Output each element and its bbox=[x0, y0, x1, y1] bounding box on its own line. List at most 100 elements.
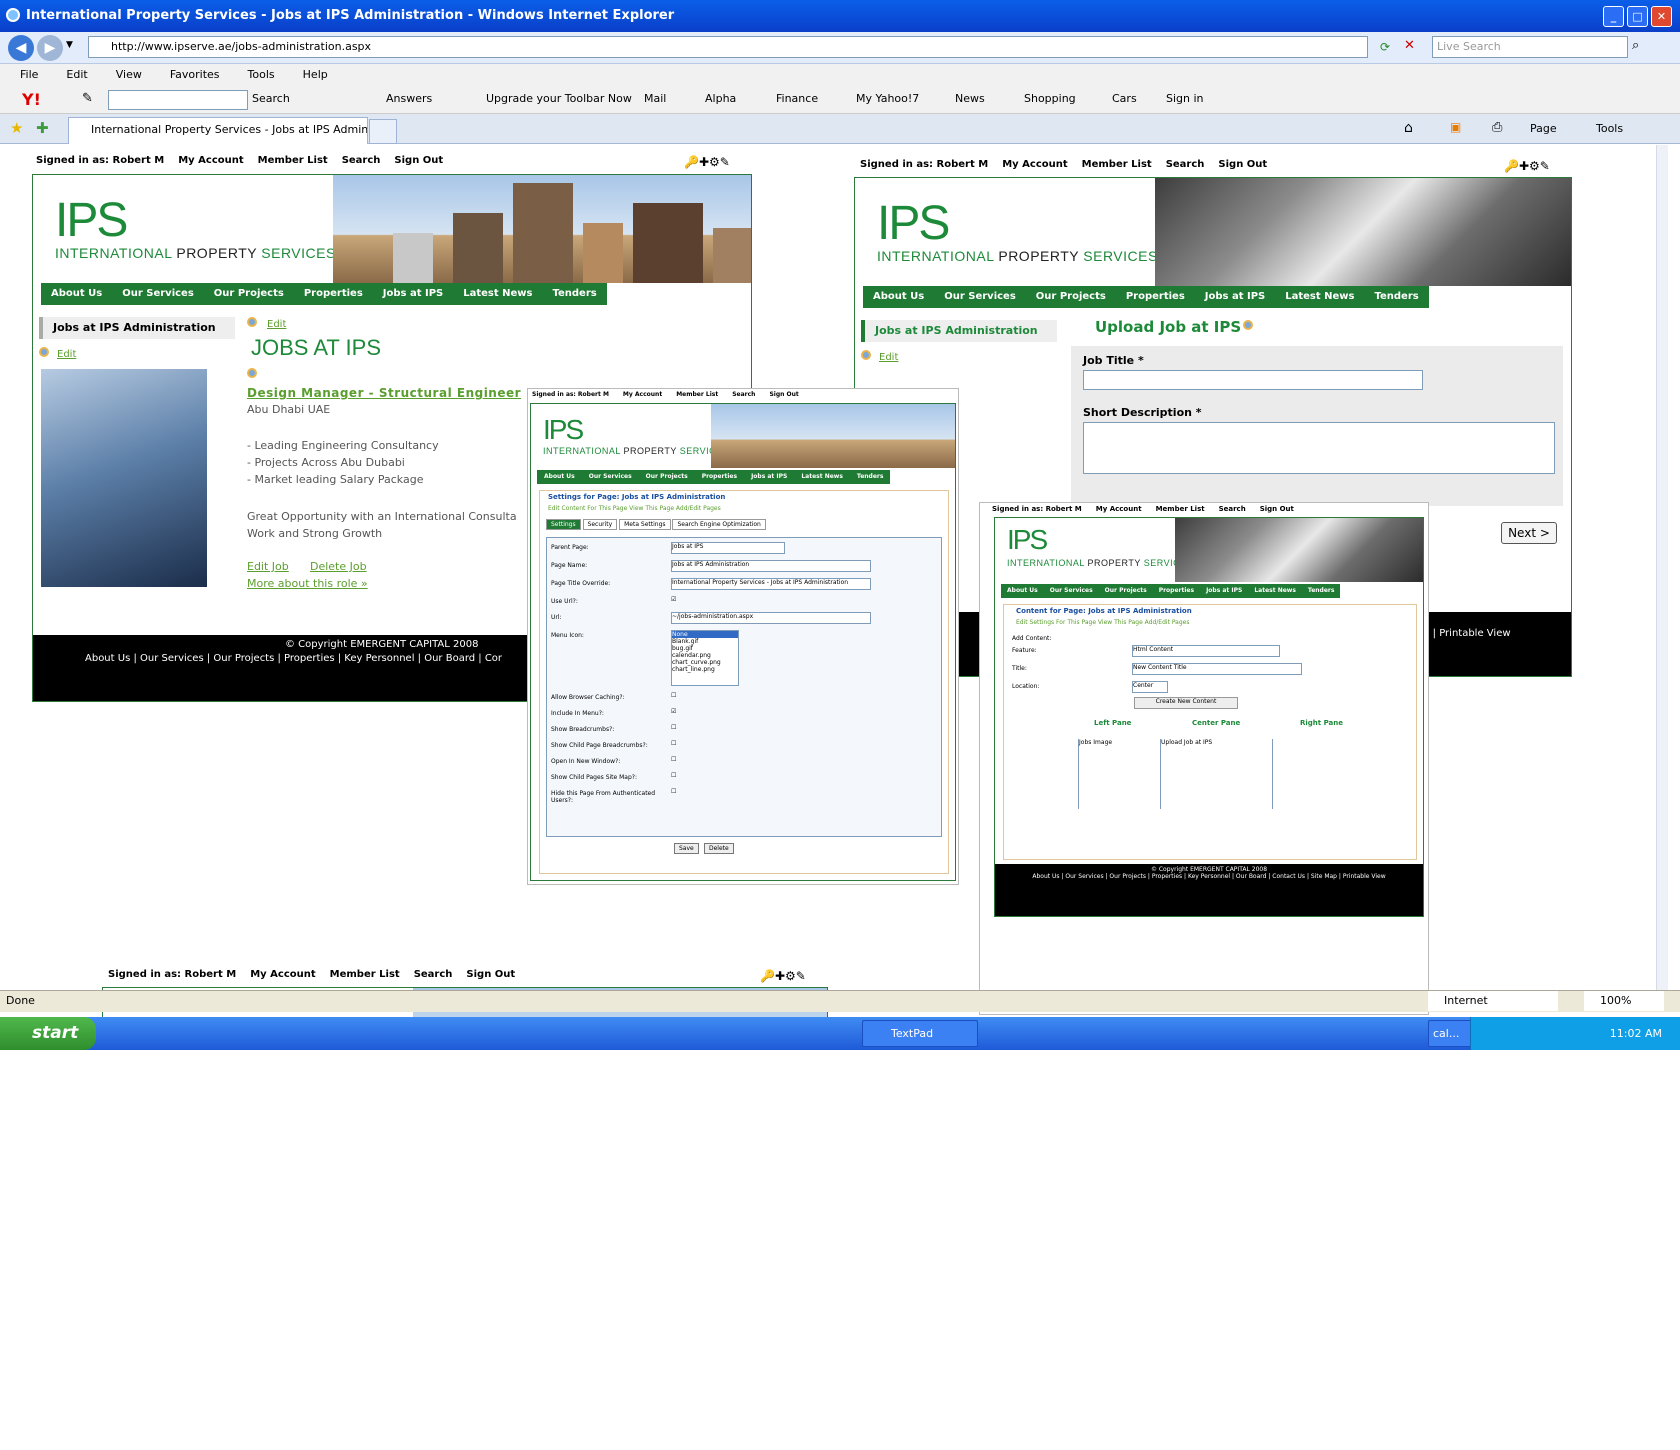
vertical-scrollbar[interactable] bbox=[1656, 145, 1668, 990]
toolbar-signin[interactable]: Sign in bbox=[1166, 92, 1204, 105]
menu-tools[interactable]: Tools bbox=[228, 64, 283, 81]
forward-icon[interactable]: ▶ bbox=[37, 35, 63, 61]
save-button[interactable]: Save bbox=[674, 843, 699, 854]
feature-select[interactable]: Html Content bbox=[1132, 645, 1280, 657]
nav-about-us[interactable]: About Us bbox=[863, 286, 934, 308]
minimize-button[interactable]: _ bbox=[1603, 6, 1624, 27]
nav-tenders[interactable]: Tenders bbox=[543, 283, 607, 305]
member-list-link[interactable]: Member List bbox=[1082, 159, 1152, 170]
content-sublinks[interactable]: Edit Settings For This Page View This Pa… bbox=[1016, 619, 1190, 626]
checkbox[interactable]: ☐ bbox=[671, 772, 676, 779]
home-icon[interactable]: ⌂ bbox=[1404, 120, 1413, 136]
favorites-star-icon[interactable]: ★ bbox=[10, 119, 23, 137]
use-url-checkbox[interactable]: ☑ bbox=[671, 596, 676, 603]
settings-icon[interactable] bbox=[861, 350, 871, 360]
printable-view-link[interactable]: ap | Printable View bbox=[1417, 628, 1511, 639]
toolbar-upgrade[interactable]: Upgrade your Toolbar Now bbox=[486, 92, 632, 105]
menu-favorites[interactable]: Favorites bbox=[150, 64, 228, 81]
close-button[interactable]: ✕ bbox=[1651, 6, 1672, 27]
search-icon[interactable]: ⌕ bbox=[1632, 38, 1639, 53]
checkbox[interactable]: ☐ bbox=[671, 788, 676, 795]
taskbar-cal[interactable]: cal... bbox=[1428, 1020, 1472, 1047]
tools-menu[interactable]: Tools bbox=[1596, 122, 1623, 135]
nav-our-services[interactable]: Our Services bbox=[934, 286, 1026, 308]
settings-icon[interactable] bbox=[247, 317, 257, 327]
page-title-input[interactable]: International Property Services - Jobs a… bbox=[671, 578, 871, 590]
stop-icon[interactable]: ✕ bbox=[1404, 38, 1415, 53]
page-name-input[interactable]: Jobs at IPS Administration bbox=[671, 560, 871, 572]
nav-tenders[interactable]: Tenders bbox=[1365, 286, 1429, 308]
settings-sublinks[interactable]: Edit Content For This Page View This Pag… bbox=[548, 505, 721, 512]
center-pane-list[interactable]: Upload Job at IPS bbox=[1160, 739, 1260, 809]
my-account-link[interactable]: My Account bbox=[178, 155, 243, 166]
toolbar-myyahoo[interactable]: My Yahoo!7 bbox=[856, 92, 919, 105]
search-link[interactable]: Search bbox=[342, 155, 381, 166]
add-favorites-icon[interactable]: ✚ bbox=[36, 119, 49, 137]
sign-out-link[interactable]: Sign Out bbox=[466, 969, 515, 980]
nav-latest-news[interactable]: Latest News bbox=[1275, 286, 1364, 308]
nav-jobs-at-ips[interactable]: Jobs at IPS bbox=[373, 283, 453, 305]
checkbox[interactable]: ☐ bbox=[671, 692, 676, 699]
toolbar-shopping[interactable]: Shopping bbox=[1024, 92, 1076, 105]
feeds-icon[interactable]: ▣ bbox=[1450, 120, 1461, 134]
admin-tools-icon[interactable]: 🔑✚⚙✎ bbox=[684, 155, 730, 169]
toolbar-answers[interactable]: Answers bbox=[386, 92, 432, 105]
member-list-link[interactable]: Member List bbox=[258, 155, 328, 166]
sign-out-link[interactable]: Sign Out bbox=[394, 155, 443, 166]
search-link[interactable]: Search bbox=[1166, 159, 1205, 170]
checkbox[interactable]: ☐ bbox=[671, 724, 676, 731]
url-field[interactable]: http://www.ipserve.ae/jobs-administratio… bbox=[88, 36, 1368, 58]
sign-out-link[interactable]: Sign Out bbox=[1218, 159, 1267, 170]
title-input[interactable]: New Content Title bbox=[1132, 663, 1302, 675]
menu-help[interactable]: Help bbox=[283, 64, 336, 81]
tab-security[interactable]: Security bbox=[582, 519, 618, 530]
nav-our-projects[interactable]: Our Projects bbox=[204, 283, 294, 305]
tab-settings[interactable]: Settings bbox=[546, 519, 581, 530]
footer-links[interactable]: About Us | Our Services | Our Projects |… bbox=[85, 653, 502, 664]
checkbox[interactable]: ☐ bbox=[671, 740, 676, 747]
ips-logo[interactable]: IPS bbox=[1007, 524, 1048, 556]
toolbar-search-button[interactable]: Search bbox=[252, 92, 290, 105]
page-menu[interactable]: Page bbox=[1530, 122, 1557, 135]
tab-seo[interactable]: Search Engine Optimization bbox=[672, 519, 766, 530]
sidebar-edit-link[interactable]: Edit bbox=[879, 352, 898, 363]
create-content-button[interactable]: Create New Content bbox=[1134, 697, 1238, 709]
toolbar-cars[interactable]: Cars bbox=[1112, 92, 1137, 105]
menu-edit[interactable]: Edit bbox=[46, 64, 95, 81]
refresh-icon[interactable]: ⟳ bbox=[1380, 40, 1390, 54]
right-pane-list[interactable] bbox=[1272, 739, 1352, 809]
url-input[interactable]: ~/jobs-administration.aspx bbox=[671, 612, 871, 624]
menu-icon-list[interactable]: None Blank.gif bug.gif calendar.png chart_cu… bbox=[671, 630, 739, 686]
ips-logo[interactable]: IPS bbox=[543, 414, 584, 446]
settings-icon[interactable] bbox=[39, 347, 49, 357]
my-account-link[interactable]: My Account bbox=[1002, 159, 1067, 170]
content-edit-link[interactable]: Edit bbox=[267, 319, 286, 330]
delete-button[interactable]: Delete bbox=[704, 843, 734, 854]
sidebar-edit-link[interactable]: Edit bbox=[57, 349, 76, 360]
tab-active[interactable]: International Property Services - Jobs a… bbox=[68, 117, 368, 144]
history-dropdown-icon[interactable]: ▼ bbox=[66, 40, 73, 50]
nav-our-projects[interactable]: Our Projects bbox=[1026, 286, 1116, 308]
admin-tools-icon[interactable]: 🔑✚⚙✎ bbox=[760, 969, 806, 983]
nav-jobs-at-ips[interactable]: Jobs at IPS bbox=[1195, 286, 1275, 308]
zoom-level[interactable]: 100% bbox=[1584, 991, 1664, 1011]
menu-view[interactable]: View bbox=[96, 64, 150, 81]
ips-logo[interactable]: IPS bbox=[877, 196, 950, 251]
toolbar-finance[interactable]: Finance bbox=[776, 92, 818, 105]
toolbar-search-input[interactable] bbox=[108, 90, 248, 110]
checkbox[interactable]: ☐ bbox=[671, 756, 676, 763]
left-pane-list[interactable]: Jobs Image bbox=[1078, 739, 1142, 809]
short-description-textarea[interactable] bbox=[1083, 422, 1555, 474]
yahoo-logo-icon[interactable]: Y! bbox=[22, 90, 41, 109]
toolbar-alpha[interactable]: Alpha bbox=[705, 92, 736, 105]
search-link[interactable]: Search bbox=[414, 969, 453, 980]
more-about-role-link[interactable]: More about this role » bbox=[247, 577, 368, 590]
pencil-icon[interactable]: ✎ bbox=[82, 91, 93, 106]
next-button[interactable]: Next > bbox=[1501, 522, 1557, 544]
nav-properties[interactable]: Properties bbox=[1116, 286, 1195, 308]
member-list-link[interactable]: Member List bbox=[330, 969, 400, 980]
edit-job-link[interactable]: Edit Job bbox=[247, 560, 289, 573]
nav-properties[interactable]: Properties bbox=[294, 283, 373, 305]
toolbar-news[interactable]: News bbox=[955, 92, 985, 105]
my-account-link[interactable]: My Account bbox=[250, 969, 315, 980]
